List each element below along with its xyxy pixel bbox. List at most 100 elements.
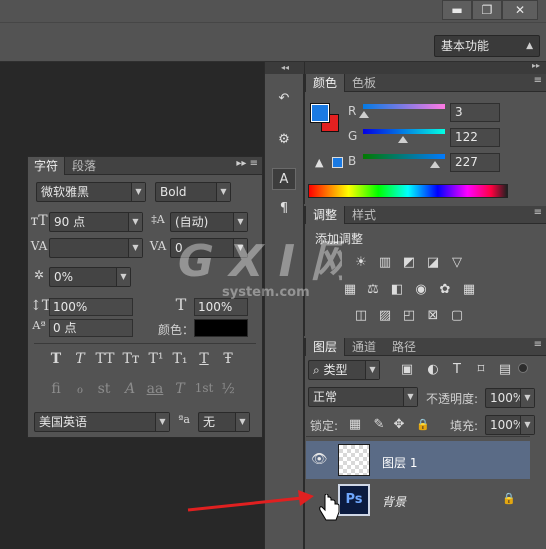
- curves-icon[interactable]: ◩: [400, 255, 418, 271]
- color-balance-icon[interactable]: ⚖: [364, 282, 382, 298]
- photo-filter-icon[interactable]: ◉: [412, 282, 430, 298]
- tab-character[interactable]: 字符: [28, 157, 66, 175]
- paragraph-icon[interactable]: ¶: [272, 197, 296, 219]
- filter-adjustment-icon[interactable]: ◐: [424, 362, 442, 378]
- underline-button[interactable]: T: [194, 351, 214, 367]
- horizontal-scale-field[interactable]: 100%: [194, 298, 248, 316]
- lock-all-icon[interactable]: 🔒: [414, 417, 432, 433]
- fill-field[interactable]: 100% ▼: [485, 415, 535, 435]
- tab-paragraph[interactable]: 段落: [66, 157, 102, 175]
- kerning-field[interactable]: ▼: [49, 238, 143, 258]
- tab-channels[interactable]: 通道: [345, 338, 383, 356]
- channel-g-field[interactable]: 122: [450, 128, 500, 147]
- old-style-button[interactable]: ℴ: [70, 381, 90, 397]
- color-spectrum[interactable]: [308, 184, 508, 198]
- all-caps-button[interactable]: TT: [94, 351, 116, 367]
- font-style-select[interactable]: Bold ▼: [155, 182, 231, 202]
- lock-image-icon[interactable]: ✎: [370, 417, 388, 433]
- tab-swatches[interactable]: 色板: [345, 74, 383, 92]
- tab-color[interactable]: 颜色: [305, 74, 346, 92]
- text-color-swatch[interactable]: [194, 319, 248, 337]
- filter-shape-icon[interactable]: ⌑: [472, 362, 490, 378]
- channel-r-thumb[interactable]: [359, 111, 369, 118]
- channel-b-thumb[interactable]: [430, 161, 440, 168]
- antialias-select[interactable]: 无 ▼: [198, 412, 250, 432]
- filter-type-icon[interactable]: T: [448, 362, 466, 378]
- workspace-select[interactable]: 基本功能 ▲: [434, 35, 540, 57]
- superscript-button[interactable]: T¹: [146, 351, 166, 367]
- discretionary-ligatures-button[interactable]: st: [94, 381, 114, 397]
- language-select[interactable]: 美国英语 ▼: [34, 412, 170, 432]
- layer-row[interactable]: 👁 图层 1: [306, 441, 530, 479]
- panel-menu-icon[interactable]: ≡: [534, 207, 542, 218]
- subscript-button[interactable]: T₁: [170, 351, 190, 367]
- swash-button[interactable]: A: [120, 381, 140, 397]
- lock-transparent-icon[interactable]: ▦: [346, 417, 364, 433]
- threshold-icon[interactable]: ◰: [400, 308, 418, 324]
- titling-alternates-button[interactable]: T: [170, 381, 190, 397]
- history-icon[interactable]: ↶: [272, 87, 296, 109]
- selective-color-icon[interactable]: ⊠: [424, 308, 442, 324]
- close-icon[interactable]: ✕: [502, 0, 538, 20]
- invert-icon[interactable]: ◫: [352, 308, 370, 324]
- posterize-icon[interactable]: ▨: [376, 308, 394, 324]
- channel-r-field[interactable]: 3: [450, 103, 500, 122]
- layer-name[interactable]: 背景: [382, 493, 406, 510]
- small-caps-button[interactable]: Tт: [120, 351, 142, 367]
- fractions-button[interactable]: ½: [218, 381, 238, 397]
- faux-bold-button[interactable]: T: [46, 351, 66, 367]
- tracking-field[interactable]: 0 ▼: [170, 238, 248, 258]
- vibrance-icon[interactable]: ▽: [448, 255, 466, 271]
- blend-mode-select[interactable]: 正常 ▼: [308, 387, 418, 407]
- opacity-field[interactable]: 100% ▼: [485, 388, 535, 408]
- chevron-down-icon: ▼: [116, 268, 130, 286]
- levels-icon[interactable]: ▥: [376, 255, 394, 271]
- collapse-icon[interactable]: ◂◂: [265, 62, 305, 74]
- black-white-icon[interactable]: ◧: [388, 282, 406, 298]
- leading-field[interactable]: (自动) ▼: [170, 212, 248, 232]
- tab-styles[interactable]: 样式: [345, 206, 383, 224]
- font-size-field[interactable]: 90 点 ▼: [49, 212, 143, 232]
- tsume-field[interactable]: 0% ▼: [49, 267, 131, 287]
- channel-b-field[interactable]: 227: [450, 153, 500, 172]
- vertical-scale-field[interactable]: 100%: [49, 298, 133, 316]
- panel-menu-icon[interactable]: ≡: [534, 75, 542, 86]
- channel-b-slider[interactable]: [363, 154, 445, 159]
- collapse-icon[interactable]: ▸▸: [532, 61, 540, 70]
- hue-saturation-icon[interactable]: ▦: [341, 282, 359, 298]
- channel-g-slider[interactable]: [363, 129, 445, 134]
- exposure-icon[interactable]: ◪: [424, 255, 442, 271]
- gamut-warning-icon[interactable]: ▲: [315, 156, 323, 169]
- font-family-select[interactable]: 微软雅黑 ▼: [36, 182, 146, 202]
- panel-menu-icon[interactable]: ≡: [534, 339, 542, 350]
- ordinals-button[interactable]: 1st: [192, 381, 216, 395]
- filter-pixel-icon[interactable]: ▣: [398, 362, 416, 378]
- filter-toggle[interactable]: [518, 363, 528, 373]
- ligatures-button[interactable]: fi: [46, 381, 66, 397]
- channel-g-thumb[interactable]: [398, 136, 408, 143]
- tab-layers[interactable]: 图层: [305, 338, 346, 356]
- panel-menu-icon[interactable]: ▸▸ ≡: [236, 158, 258, 169]
- web-safe-swatch[interactable]: [332, 157, 343, 168]
- foreground-color-swatch[interactable]: [310, 103, 330, 123]
- restore-icon[interactable]: ❐: [472, 0, 502, 20]
- layer-name[interactable]: 图层 1: [382, 454, 417, 471]
- stylistic-alternates-button[interactable]: aa: [144, 381, 166, 397]
- character-icon[interactable]: A: [272, 168, 296, 190]
- tab-paths[interactable]: 路径: [385, 338, 423, 356]
- properties-icon[interactable]: ⚙: [272, 128, 296, 150]
- strikethrough-button[interactable]: Ŧ: [218, 351, 238, 367]
- tab-adjustments[interactable]: 调整: [305, 206, 346, 224]
- channel-mixer-icon[interactable]: ✿: [436, 282, 454, 298]
- gradient-map-icon[interactable]: ▢: [448, 308, 466, 324]
- baseline-shift-field[interactable]: 0 点: [49, 319, 133, 337]
- faux-italic-button[interactable]: T: [70, 351, 90, 367]
- channel-r-slider[interactable]: [363, 104, 445, 109]
- lock-position-icon[interactable]: ✥: [390, 417, 408, 433]
- layer-filter-select[interactable]: ⌕ 类型 ▼: [308, 360, 380, 380]
- eye-icon[interactable]: 👁: [311, 452, 328, 467]
- color-lookup-icon[interactable]: ▦: [460, 282, 478, 298]
- filter-smart-icon[interactable]: ▤: [496, 362, 514, 378]
- brightness-icon[interactable]: ☀: [352, 255, 370, 271]
- minimize-icon[interactable]: ▬: [442, 0, 472, 20]
